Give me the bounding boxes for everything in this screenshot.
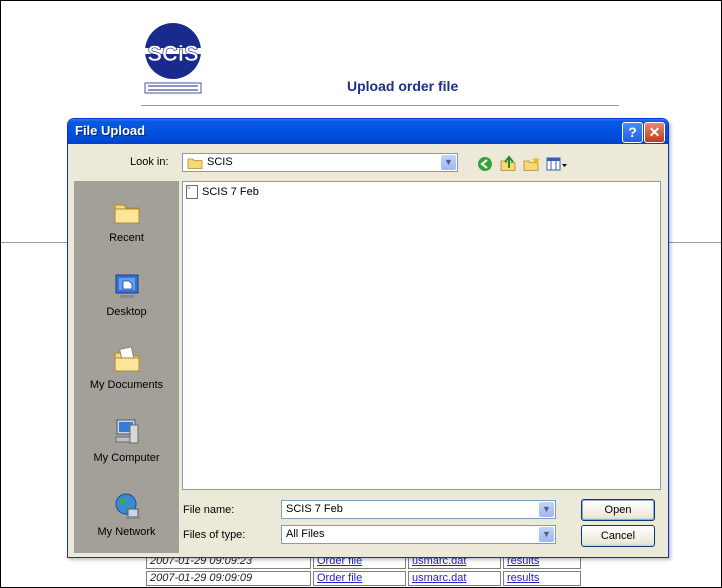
dialog-body: Look in: SCIS ▼ Recent Desktop My Docume… xyxy=(71,144,665,554)
place-my-computer[interactable]: My Computer xyxy=(74,411,179,481)
place-label: Desktop xyxy=(106,306,147,318)
file-name-value: SCIS 7 Feb xyxy=(286,503,343,515)
files-of-type-label: Files of type: xyxy=(183,529,246,541)
files-of-type-select[interactable]: All Files ▼ xyxy=(281,525,556,544)
place-label: My Documents xyxy=(89,379,164,391)
cancel-button[interactable]: Cancel xyxy=(581,525,655,547)
open-button[interactable]: Open xyxy=(581,499,655,521)
place-label: Recent xyxy=(109,232,144,244)
place-desktop[interactable]: Desktop xyxy=(74,265,179,335)
chevron-down-icon[interactable]: ▼ xyxy=(441,155,456,170)
place-my-network[interactable]: My Network xyxy=(74,485,179,555)
svg-text:SCiS: SCiS xyxy=(147,41,198,66)
divider xyxy=(667,242,721,243)
view-menu-icon[interactable] xyxy=(546,155,568,173)
order-file-link[interactable]: Order file xyxy=(313,571,406,586)
file-name-label: File name: xyxy=(183,504,235,516)
divider xyxy=(1,242,67,243)
my-network-icon xyxy=(115,493,140,519)
divider xyxy=(141,105,619,106)
file-link[interactable]: usmarc.dat xyxy=(408,571,501,586)
places-bar: Recent Desktop My Documents My Computer … xyxy=(74,181,179,553)
close-button[interactable]: ✕ xyxy=(644,122,665,143)
page-title: Upload order file xyxy=(347,78,459,94)
place-label: My Network xyxy=(97,526,156,538)
my-computer-icon xyxy=(115,419,138,444)
look-in-value: SCIS xyxy=(207,156,233,168)
look-in-select[interactable]: SCIS ▼ xyxy=(182,153,458,172)
place-recent[interactable]: Recent xyxy=(74,191,179,261)
file-upload-dialog: File Upload ? ✕ Look in: SCIS ▼ Recent D… xyxy=(67,118,669,558)
my-documents-icon xyxy=(114,346,139,372)
up-folder-icon[interactable] xyxy=(499,155,517,173)
chevron-down-icon[interactable]: ▼ xyxy=(539,502,554,517)
help-button[interactable]: ? xyxy=(622,122,643,143)
new-folder-icon[interactable] xyxy=(523,155,541,173)
list-item[interactable]: ≡ SCIS 7 Feb xyxy=(186,185,259,199)
recent-folder-icon xyxy=(114,204,139,224)
file-name-input[interactable]: SCIS 7 Feb ▼ xyxy=(281,500,556,519)
desktop-icon xyxy=(115,274,138,298)
dialog-title: File Upload xyxy=(75,123,146,138)
place-my-documents[interactable]: My Documents xyxy=(74,338,179,408)
look-in-label: Look in: xyxy=(130,156,169,168)
place-label: My Computer xyxy=(93,452,160,464)
file-name: SCIS 7 Feb xyxy=(202,185,259,198)
table-row: 2007-01-29 09:09:09 Order file usmarc.da… xyxy=(146,571,581,586)
order-date: 2007-01-29 09:09:09 xyxy=(146,571,311,586)
file-list[interactable]: ≡ SCIS 7 Feb xyxy=(182,181,661,490)
dialog-titlebar[interactable]: File Upload ? ✕ xyxy=(68,119,668,144)
browser-page: SCiS Upload order file 2007-01-29 09:09:… xyxy=(0,0,722,588)
folder-icon xyxy=(187,158,203,169)
scis-logo: SCiS xyxy=(144,23,202,94)
text-file-icon: ≡ xyxy=(186,185,198,199)
back-icon[interactable] xyxy=(476,155,494,173)
results-link[interactable]: results xyxy=(503,571,581,586)
files-of-type-value: All Files xyxy=(286,528,325,540)
chevron-down-icon[interactable]: ▼ xyxy=(539,527,554,542)
